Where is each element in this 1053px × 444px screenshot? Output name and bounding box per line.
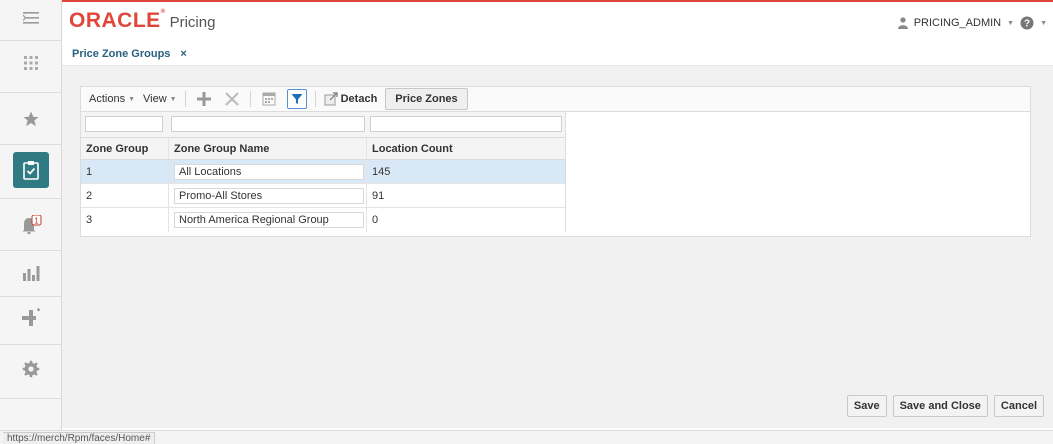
freeze-column-icon[interactable]	[259, 89, 279, 109]
divider	[249, 91, 251, 107]
table-region: Zone Group Zone Group Name Location Coun…	[80, 112, 1031, 237]
notification-count: 1	[34, 216, 39, 225]
settings-gear-icon[interactable]	[0, 354, 62, 384]
table-row[interactable]: 2 Promo-All Stores 91	[81, 184, 565, 208]
view-menu[interactable]: View ▼	[143, 93, 177, 105]
favorites-star-icon[interactable]	[0, 104, 62, 134]
footer-actions: Save Save and Close Cancel	[846, 395, 1044, 417]
save-and-close-button[interactable]: Save and Close	[892, 395, 988, 417]
zone-group-name-cell: North America Regional Group	[169, 208, 367, 232]
table-header: Zone Group Zone Group Name Location Coun…	[81, 138, 565, 160]
apps-grid-icon[interactable]	[0, 49, 62, 77]
svg-text:?: ?	[1024, 19, 1030, 30]
zone-group-cell: 2	[81, 184, 169, 207]
add-icon[interactable]	[194, 89, 214, 109]
notifications-bell-icon[interactable]: 1	[0, 210, 62, 240]
chevron-down-icon: ▼	[128, 95, 136, 103]
brand: ORACLE® Pricing	[69, 9, 215, 33]
location-count-cell: 145	[372, 165, 391, 178]
filter-icon[interactable]	[286, 89, 307, 109]
column-header-zone-group-name[interactable]: Zone Group Name	[169, 138, 367, 159]
save-button[interactable]: Save	[846, 395, 887, 417]
tab-label: Price Zone Groups	[72, 48, 171, 60]
zone-group-name-cell: All Locations	[169, 160, 367, 183]
status-bar: https://merch/Rpm/faces/Home#	[0, 430, 1053, 444]
user-name: PRICING_ADMIN	[913, 17, 1002, 29]
chevron-down-icon: ▼	[169, 95, 177, 103]
divider	[184, 91, 186, 107]
actions-menu[interactable]: Actions ▼	[89, 93, 135, 105]
reports-chart-icon[interactable]	[0, 258, 62, 288]
location-count-cell: 91	[372, 189, 385, 202]
menu-toggle-icon[interactable]	[0, 6, 62, 30]
zone-group-name-field[interactable]: North America Regional Group	[174, 212, 364, 228]
delete-icon[interactable]	[222, 89, 242, 109]
zone-group-cell: 1	[81, 160, 169, 183]
zone-group-name-filter-input[interactable]	[171, 116, 365, 132]
app-header: ORACLE® Pricing PRICING_ADMIN ▼ ? ▼	[62, 0, 1053, 40]
zone-group-filter-input[interactable]	[85, 116, 163, 132]
oracle-logo: ORACLE®	[69, 9, 166, 32]
tab-price-zone-groups[interactable]: Price Zone Groups ×	[72, 48, 187, 68]
zone-group-cell: 3	[81, 208, 169, 232]
filter-row	[81, 112, 565, 138]
create-plus-icon[interactable]	[0, 302, 62, 332]
product-name: Pricing	[169, 14, 216, 31]
close-icon[interactable]: ×	[180, 48, 186, 60]
location-count-cell: 0	[372, 214, 379, 226]
status-url: https://merch/Rpm/faces/Home#	[3, 432, 156, 444]
tab-bar: Price Zone Groups ×	[62, 40, 1053, 68]
help-icon[interactable]: ?	[1020, 16, 1034, 30]
zone-group-name-field[interactable]: Promo-All Stores	[174, 187, 364, 204]
price-zone-groups-table: Zone Group Zone Group Name Location Coun…	[81, 112, 566, 232]
table-row[interactable]: 3 North America Regional Group 0	[81, 208, 565, 232]
divider	[314, 91, 316, 107]
detach-button[interactable]: Detach	[324, 92, 377, 106]
table-toolbar: Actions ▼ View ▼ Detach Price Zones	[80, 86, 1031, 112]
user-menu[interactable]: PRICING_ADMIN ▼ ? ▼	[897, 16, 1047, 30]
table-row[interactable]: 1 All Locations 145	[81, 160, 565, 184]
location-count-filter-input[interactable]	[370, 116, 562, 132]
tasks-clipboard-icon[interactable]	[13, 152, 49, 188]
cancel-button[interactable]: Cancel	[993, 395, 1044, 417]
chevron-down-icon: ▼	[1040, 19, 1047, 27]
detach-icon	[324, 92, 338, 106]
column-header-location-count[interactable]: Location Count	[367, 138, 565, 159]
price-zones-button[interactable]: Price Zones	[385, 88, 468, 110]
left-rail: 1	[0, 0, 62, 444]
chevron-down-icon: ▼	[1007, 19, 1015, 27]
zone-group-name-cell: Promo-All Stores	[169, 184, 367, 207]
column-header-zone-group[interactable]: Zone Group	[81, 138, 169, 159]
user-icon	[897, 17, 908, 29]
zone-group-name-field[interactable]: All Locations	[174, 163, 364, 180]
